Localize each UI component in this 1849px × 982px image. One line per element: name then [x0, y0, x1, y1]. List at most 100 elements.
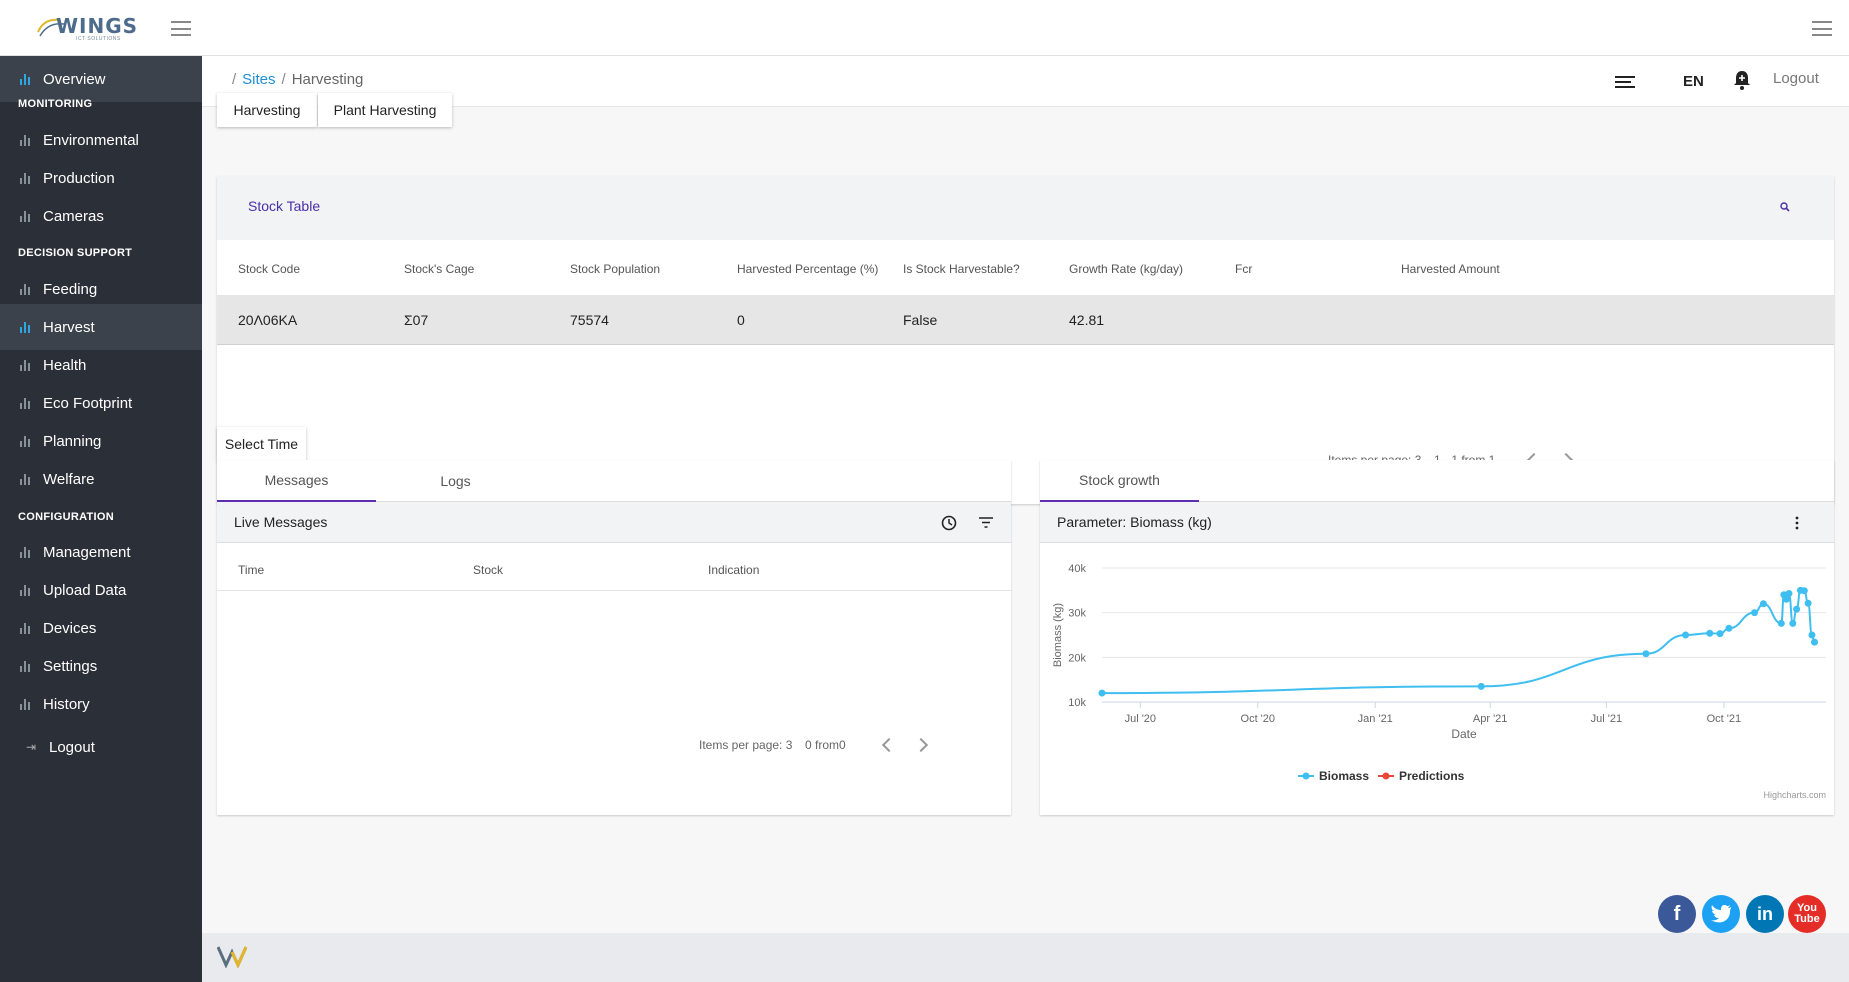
x-tick-label: Oct '21 [1707, 713, 1742, 725]
logout-link[interactable]: Logout [1773, 70, 1819, 87]
live-messages-title: Live Messages [234, 514, 328, 530]
x-tick-label: Apr '21 [1473, 713, 1508, 725]
breadcrumb-sites-link[interactable]: Sites [242, 71, 275, 88]
data-point-biomass [1098, 689, 1106, 697]
chart-bars-icon [20, 73, 33, 85]
column-header[interactable]: Harvested Amount [1401, 262, 1500, 276]
table-cell: 42.81 [1069, 312, 1105, 328]
sidebar-item-label: Health [43, 356, 87, 374]
chart-bars-icon [20, 210, 33, 222]
tab-stock-growth[interactable]: Stock growth [1040, 460, 1199, 502]
data-point-biomass [1785, 589, 1793, 597]
sidebar-item-label: Feeding [43, 280, 98, 298]
column-header[interactable]: Is Stock Harvestable? [903, 262, 1020, 276]
notification-bell-icon[interactable] [1732, 69, 1752, 91]
stock-growth-chart: 10k 20k 30k 40k Jul '20 Oct '20 Jan '21 Apr '21… [1052, 563, 1826, 800]
column-header[interactable]: Time [238, 563, 264, 577]
data-point-biomass [1804, 599, 1812, 607]
tab-messages[interactable]: Messages [217, 460, 376, 502]
stock-table-header: Stock Table [217, 176, 1834, 240]
y-tick-label: 40k [1068, 563, 1086, 575]
column-header[interactable]: Stock Code [238, 262, 300, 276]
sidebar-item-label: Eco Footprint [43, 394, 133, 412]
data-point-biomass [1808, 631, 1816, 639]
sidebar-item-overview[interactable]: Overview [0, 56, 202, 102]
sidebar-item-label: History [43, 695, 90, 713]
x-tick-label: Jul '20 [1125, 713, 1156, 725]
table-cell: 20Λ06ΚΑ [238, 312, 298, 328]
next-page-icon[interactable] [913, 737, 929, 753]
messages-tabs: Messages Logs [217, 460, 1011, 502]
top-bar: WINGS ICT SOLUTIONS [0, 0, 1849, 56]
tab-logs[interactable]: Logs [376, 460, 535, 502]
legend-label-predictions: Predictions [1399, 769, 1465, 783]
stock-growth-card: Stock growth Parameter: Biomass (kg) 10k… [1040, 460, 1834, 815]
data-point-biomass [1789, 619, 1797, 627]
filter-icon[interactable] [979, 517, 993, 528]
column-header[interactable]: Harvested Percentage (%) [737, 262, 878, 276]
series-line-biomass [1101, 589, 1816, 695]
stock-table-head: Stock Code Stock's Cage Stock Population… [217, 240, 1834, 296]
sidebar-item-welfare[interactable]: Welfare [0, 456, 202, 502]
facebook-icon[interactable]: f [1658, 895, 1696, 933]
column-header[interactable]: Growth Rate (kg/day) [1069, 262, 1183, 276]
column-header[interactable]: Stock Population [570, 262, 660, 276]
breadcrumb-current: Harvesting [291, 71, 364, 88]
sidebar-section-configuration: CONFIGURATION [18, 511, 114, 523]
sidebar-item-cameras[interactable]: Cameras [0, 193, 202, 239]
column-header[interactable]: Stock [473, 563, 503, 577]
y-tick-label: 10k [1068, 697, 1086, 709]
clock-icon[interactable] [941, 515, 957, 531]
chart-bars-icon [20, 172, 33, 184]
youtube-icon[interactable]: You Tube [1788, 895, 1826, 933]
sidebar-section-monitoring: MONITORING [18, 98, 93, 110]
sidebar-item-label: Welfare [43, 470, 95, 488]
sidebar-item-label: Cameras [43, 207, 104, 225]
more-vertical-icon[interactable] [1795, 516, 1799, 530]
list-menu-icon[interactable] [1615, 76, 1635, 88]
wings-logo[interactable]: WINGS ICT SOLUTIONS [34, 12, 137, 44]
chart-bars-icon [20, 321, 33, 333]
table-cell: Σ07 [404, 312, 429, 328]
sidebar-item-history[interactable]: History [0, 681, 202, 727]
items-per-page[interactable]: Items per page: 3 [699, 738, 792, 752]
column-header[interactable]: Fcr [1235, 262, 1252, 276]
table-row[interactable]: 20Λ06ΚΑ Σ07 75574 0 False 42.81 [217, 296, 1834, 345]
chart-bars-icon [20, 283, 33, 295]
column-header[interactable]: Stock's Cage [404, 262, 474, 276]
main-content: / Sites / Harvesting EN Logout Harvesting P… [202, 56, 1849, 933]
logo-subtext: ICT SOLUTIONS [76, 36, 121, 42]
data-point-biomass [1682, 631, 1690, 639]
twitter-icon[interactable] [1702, 895, 1740, 933]
chart-bars-icon [20, 134, 33, 146]
sidebar-item-label: Devices [43, 619, 97, 637]
x-tick-label: Jul '21 [1591, 713, 1622, 725]
column-header[interactable]: Indication [708, 563, 759, 577]
sidebar-item-label: Upload Data [43, 581, 127, 599]
chart-bars-icon [20, 584, 33, 596]
linkedin-icon[interactable]: in [1746, 895, 1784, 933]
language-selector[interactable]: EN [1683, 73, 1704, 90]
menu-icon[interactable] [1812, 21, 1832, 36]
select-time-button[interactable]: Select Time [217, 427, 306, 461]
data-point-biomass [1811, 638, 1819, 646]
data-point-biomass [1706, 629, 1714, 637]
legend-label-biomass: Biomass [1319, 769, 1369, 783]
chart-bars-icon [20, 359, 33, 371]
sidebar-item-label: Planning [43, 432, 102, 450]
prev-page-icon[interactable] [881, 737, 897, 753]
data-point-biomass [1716, 630, 1724, 638]
sidebar-toggle-icon[interactable] [171, 21, 191, 36]
chart-bars-icon [20, 473, 33, 485]
chart-credit: Highcharts.com [1763, 790, 1826, 800]
sidebar-item-logout[interactable]: ⇥ Logout [0, 724, 202, 770]
logo-text: WINGS [56, 14, 139, 38]
y-tick-label: 20k [1068, 652, 1086, 664]
tab-harvesting[interactable]: Harvesting [217, 93, 317, 127]
sidebar-item-label: Settings [43, 657, 98, 675]
table-cell: 75574 [570, 312, 609, 328]
sidebar-item-label: Overview [43, 70, 106, 88]
messages-card: Messages Logs Live Messages Time Stock I… [217, 460, 1011, 815]
tab-plant-harvesting[interactable]: Plant Harvesting [318, 93, 452, 127]
search-icon[interactable] [1780, 202, 1790, 212]
